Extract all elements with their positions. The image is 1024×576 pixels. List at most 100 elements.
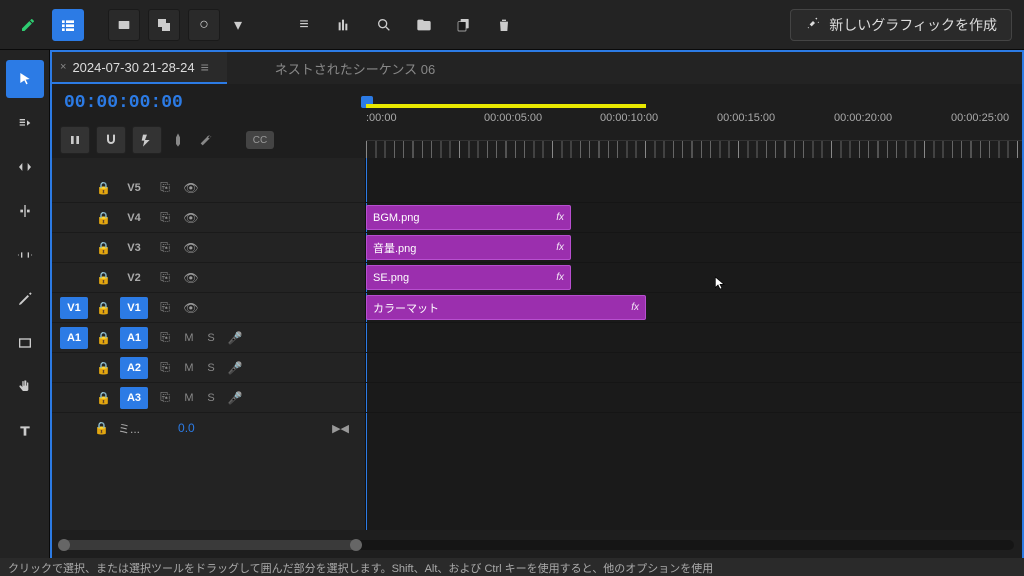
solo-button[interactable]: S (204, 392, 218, 404)
hand-tool[interactable] (6, 368, 44, 406)
ripple-tool[interactable] (6, 148, 44, 186)
mute-button[interactable]: M (182, 392, 196, 404)
video-track-lane[interactable] (366, 173, 1022, 203)
eye-icon[interactable]: 👁 (182, 181, 200, 195)
clip[interactable]: カラーマットfx (366, 295, 646, 320)
video-track-header: V1 🔒 V1 ⎘ 👁 (52, 293, 365, 323)
scroll-thumb[interactable] (60, 540, 360, 550)
source-patch[interactable]: A1 (60, 327, 88, 349)
lock-icon[interactable]: 🔒 (94, 421, 110, 435)
ruler-label: 00:00:20:00 (834, 112, 892, 124)
sequence-tabs: × 2024-07-30 21-28-24 ≡ ネストされたシーケンス 06 (52, 52, 1022, 84)
record-icon[interactable]: ○ (188, 9, 220, 41)
linked-selection-button[interactable] (132, 126, 162, 154)
mic-icon[interactable]: 🎤 (226, 361, 244, 375)
eye-icon[interactable]: 👁 (182, 271, 200, 285)
audio-track-lane[interactable] (366, 323, 1022, 353)
copy-icon[interactable] (448, 9, 480, 41)
lock-icon[interactable]: 🔒 (96, 211, 112, 225)
solo-button[interactable]: S (204, 332, 218, 344)
track-target[interactable]: V5 (120, 177, 148, 199)
track-target[interactable]: A1 (120, 327, 148, 349)
horizontal-scrollbar[interactable] (52, 530, 1022, 560)
work-area-bar[interactable] (366, 104, 646, 108)
mic-icon[interactable]: 🎤 (226, 391, 244, 405)
lock-icon[interactable]: 🔒 (96, 241, 112, 255)
mic-icon[interactable]: 🎤 (226, 331, 244, 345)
rectangle-tool[interactable] (6, 324, 44, 362)
source-patch[interactable]: V1 (60, 297, 88, 319)
video-track-header: 🔒 V2 ⎘ 👁 (52, 263, 365, 293)
bars-icon[interactable] (328, 9, 360, 41)
solo-button[interactable]: S (204, 362, 218, 374)
sync-lock-icon[interactable]: ⎘ (156, 330, 174, 345)
trash-icon[interactable] (488, 9, 520, 41)
lock-icon[interactable]: 🔒 (96, 301, 112, 315)
track-target[interactable]: A2 (120, 357, 148, 379)
expand-icon[interactable]: ▶◀ (332, 422, 349, 435)
lock-icon[interactable]: 🔒 (96, 391, 112, 405)
track-target[interactable]: V3 (120, 237, 148, 259)
sync-lock-icon[interactable]: ⎘ (156, 270, 174, 285)
track-target[interactable]: V2 (120, 267, 148, 289)
razor-tool[interactable] (6, 192, 44, 230)
folder-icon[interactable] (408, 9, 440, 41)
audio-track-lane[interactable] (366, 353, 1022, 383)
sync-lock-icon[interactable]: ⎘ (156, 210, 174, 225)
audio-track-lane[interactable] (366, 383, 1022, 413)
sync-lock-icon[interactable]: ⎘ (156, 360, 174, 375)
pen-tool[interactable] (6, 280, 44, 318)
list-view-icon[interactable] (52, 9, 84, 41)
chevron-down-icon[interactable]: ▾ (228, 9, 248, 41)
video-track-header: 🔒 V4 ⎘ 👁 (52, 203, 365, 233)
lock-icon[interactable]: 🔒 (96, 331, 112, 345)
align-icon[interactable]: ≡ (288, 9, 320, 41)
cc-badge[interactable]: CC (246, 131, 274, 149)
window-icon[interactable] (108, 9, 140, 41)
pen-tool-icon[interactable] (12, 9, 44, 41)
video-track-lane[interactable]: 音量.pngfx (366, 233, 1022, 263)
track-target[interactable]: V1 (120, 297, 148, 319)
lock-icon[interactable]: 🔒 (96, 181, 112, 195)
video-track-lane[interactable]: BGM.pngfx (366, 203, 1022, 233)
tab-menu-icon[interactable]: ≡ (201, 59, 209, 75)
sequence-tab-active[interactable]: × 2024-07-30 21-28-24 ≡ (52, 52, 227, 84)
selection-tool[interactable] (6, 60, 44, 98)
video-track-lane[interactable]: カラーマットfx (366, 293, 1022, 323)
clip[interactable]: SE.pngfx (366, 265, 571, 290)
lock-icon[interactable]: 🔒 (96, 271, 112, 285)
mute-button[interactable]: M (182, 332, 196, 344)
track-select-tool[interactable] (6, 104, 44, 142)
sequence-tab-inactive[interactable]: ネストされたシーケンス 06 (267, 52, 449, 84)
sync-lock-icon[interactable]: ⎘ (156, 240, 174, 255)
clip[interactable]: 音量.pngfx (366, 235, 571, 260)
wrench-icon[interactable] (194, 130, 214, 150)
sync-lock-icon[interactable]: ⎘ (156, 300, 174, 315)
stack-icon[interactable] (148, 9, 180, 41)
snap-button[interactable] (96, 126, 126, 154)
audio-track-header: 🔒 A2 ⎘ MS 🎤 (52, 353, 365, 383)
eye-icon[interactable]: 👁 (182, 211, 200, 225)
tracks-area[interactable]: BGM.pngfx 音量.pngfx SE.pngfx カラーマットfx (366, 158, 1022, 530)
content-area: × 2024-07-30 21-28-24 ≡ ネストされたシーケンス 06 0… (0, 50, 1024, 560)
clip[interactable]: BGM.pngfx (366, 205, 571, 230)
slip-tool[interactable] (6, 236, 44, 274)
marker-icon[interactable] (168, 130, 188, 150)
type-tool[interactable] (6, 412, 44, 450)
new-graphic-button[interactable]: 新しいグラフィックを作成 (790, 9, 1012, 41)
ruler-label: 00:00:10:00 (600, 112, 658, 124)
playhead-timecode[interactable]: 00:00:00:00 (64, 93, 183, 113)
track-target[interactable]: V4 (120, 207, 148, 229)
sync-lock-icon[interactable]: ⎘ (156, 180, 174, 195)
lock-icon[interactable]: 🔒 (96, 361, 112, 375)
search-icon[interactable] (368, 9, 400, 41)
eye-icon[interactable]: 👁 (182, 301, 200, 315)
close-icon[interactable]: × (60, 61, 66, 73)
track-target[interactable]: A3 (120, 387, 148, 409)
mute-button[interactable]: M (182, 362, 196, 374)
insert-button[interactable] (60, 126, 90, 154)
eye-icon[interactable]: 👁 (182, 241, 200, 255)
time-ruler[interactable]: :00:0000:00:05:0000:00:10:0000:00:15:000… (366, 84, 1022, 158)
sync-lock-icon[interactable]: ⎘ (156, 390, 174, 405)
video-track-lane[interactable]: SE.pngfx (366, 263, 1022, 293)
